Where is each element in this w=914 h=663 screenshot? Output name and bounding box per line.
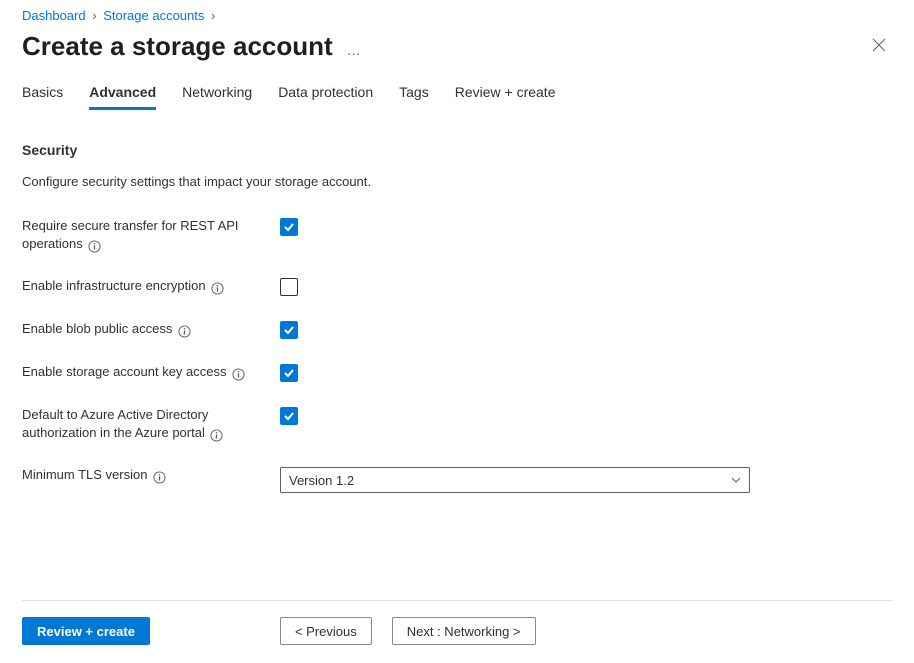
tab-networking[interactable]: Networking (182, 80, 252, 110)
tab-review-create[interactable]: Review + create (455, 80, 556, 110)
breadcrumb: Dashboard › Storage accounts › (22, 8, 892, 23)
close-icon[interactable] (866, 34, 892, 60)
checkbox-secure-transfer[interactable] (280, 218, 298, 236)
tab-tags[interactable]: Tags (399, 80, 429, 110)
tab-advanced[interactable]: Advanced (89, 80, 156, 110)
tab-basics[interactable]: Basics (22, 80, 63, 110)
select-value: Version 1.2 (289, 473, 354, 488)
info-icon[interactable] (88, 240, 101, 253)
info-icon[interactable] (232, 368, 245, 381)
info-icon[interactable] (210, 429, 223, 442)
checkbox-key-access[interactable] (280, 364, 298, 382)
section-heading-security: Security (22, 142, 888, 158)
label-blob-public: Enable blob public access (22, 320, 280, 338)
tab-bar: Basics Advanced Networking Data protecti… (22, 80, 892, 110)
info-icon[interactable] (211, 282, 224, 295)
page-title: Create a storage account (22, 31, 333, 62)
breadcrumb-link-dashboard[interactable]: Dashboard (22, 8, 86, 23)
chevron-right-icon: › (92, 8, 96, 23)
label-secure-transfer: Require secure transfer for REST API ope… (22, 217, 280, 253)
more-icon[interactable]: … (347, 42, 363, 58)
checkbox-infra-encryption[interactable] (280, 278, 298, 296)
chevron-right-icon: › (211, 8, 215, 23)
info-icon[interactable] (178, 325, 191, 338)
info-icon[interactable] (153, 471, 166, 484)
breadcrumb-link-storage-accounts[interactable]: Storage accounts (103, 8, 204, 23)
label-min-tls: Minimum TLS version (22, 466, 280, 484)
tab-data-protection[interactable]: Data protection (278, 80, 373, 110)
review-create-button[interactable]: Review + create (22, 617, 150, 645)
select-min-tls[interactable]: Version 1.2 (280, 467, 750, 493)
checkbox-blob-public[interactable] (280, 321, 298, 339)
previous-button[interactable]: < Previous (280, 617, 372, 645)
label-infra-encryption: Enable infrastructure encryption (22, 277, 280, 295)
label-aad-default: Default to Azure Active Directory author… (22, 406, 280, 442)
checkbox-aad-default[interactable] (280, 407, 298, 425)
footer-bar: Review + create < Previous Next : Networ… (22, 600, 892, 663)
chevron-down-icon (731, 475, 741, 486)
content-scroll[interactable]: Security Configure security settings tha… (22, 128, 892, 600)
next-button[interactable]: Next : Networking > (392, 617, 536, 645)
label-key-access: Enable storage account key access (22, 363, 280, 381)
section-description: Configure security settings that impact … (22, 174, 888, 189)
